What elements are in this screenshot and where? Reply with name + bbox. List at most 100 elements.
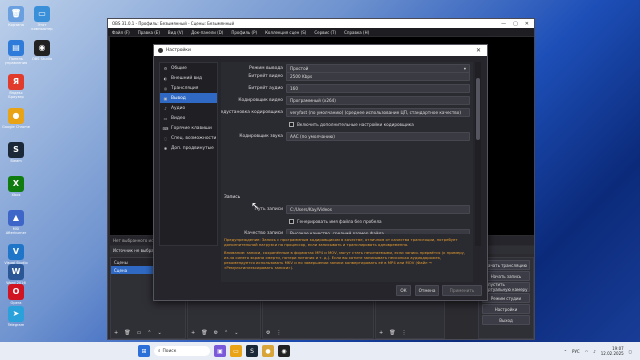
control-button[interactable]: Начать запись bbox=[482, 271, 530, 281]
chevron-up-icon[interactable]: ⌃ bbox=[564, 349, 567, 354]
checkbox-option[interactable]: Включить дополнительные настройки кодиро… bbox=[286, 120, 470, 129]
sidebar-item[interactable]: ♪ Аудио bbox=[160, 103, 217, 113]
lang-indicator[interactable]: РУС bbox=[572, 349, 580, 354]
settings-row: Кодировщик видео Программный (x264) bbox=[221, 96, 471, 106]
trash-source-icon[interactable]: 🗑 bbox=[201, 330, 207, 336]
scroll-thumb[interactable] bbox=[476, 78, 480, 140]
wifi-icon[interactable]: ◠ bbox=[585, 349, 589, 354]
clock[interactable]: 19:07 12.02.2025 bbox=[601, 346, 624, 356]
menu-item[interactable]: Правка (E) bbox=[138, 30, 160, 35]
desktop-icon[interactable]: ▲ MSI Afterburner bbox=[2, 210, 30, 235]
transition-menu-icon[interactable]: ⋮ bbox=[402, 330, 407, 336]
desktop-icon[interactable]: W Word 2016 bbox=[2, 264, 30, 285]
chrome-taskbar-icon[interactable]: ● bbox=[262, 345, 274, 357]
sidebar-item[interactable]: ⚙ Общие bbox=[160, 63, 217, 73]
record-section-title: Запись bbox=[224, 195, 241, 200]
control-button[interactable]: Режим студии bbox=[482, 293, 530, 303]
desktop-icon-label: Google Chrome bbox=[2, 125, 30, 129]
menu-item[interactable]: Вид (V) bbox=[168, 30, 183, 35]
desktop-icon[interactable]: ➤ Telegram bbox=[2, 306, 30, 327]
down-source-icon[interactable]: ⌄ bbox=[234, 330, 238, 336]
ok-button[interactable]: ОК bbox=[396, 285, 411, 296]
settings-row: Кодировщик звука AAC (по умолчанию) bbox=[221, 132, 471, 142]
mixer-menu-icon[interactable]: ⋮ bbox=[276, 330, 281, 336]
warning-text-2: Внимание: записи, сохранённые в форматах… bbox=[224, 250, 466, 270]
add-transition-icon[interactable]: + bbox=[379, 330, 383, 336]
file-explorer-icon[interactable]: ▭ bbox=[230, 345, 242, 357]
desktop-icon[interactable]: S Steam bbox=[2, 142, 30, 163]
sidebar-item[interactable]: ◐ Внешний вид bbox=[160, 73, 217, 83]
checkbox[interactable] bbox=[289, 219, 294, 224]
obs-taskbar-icon[interactable]: ◉ bbox=[278, 345, 290, 357]
cancel-button[interactable]: Отмена bbox=[415, 285, 439, 296]
field-value[interactable]: AAC (по умолчанию) bbox=[286, 132, 470, 141]
menu-item[interactable]: Сервис (T) bbox=[314, 30, 336, 35]
down-icon[interactable]: ⌄ bbox=[158, 330, 162, 336]
up-source-icon[interactable]: ⌃ bbox=[224, 330, 228, 336]
sidebar-item[interactable]: ▣ Вывод bbox=[160, 93, 217, 103]
sidebar-item[interactable]: ⌨ Горячие клавиши bbox=[160, 123, 217, 133]
desktop-icon[interactable]: O Opera bbox=[2, 284, 30, 305]
filter-icon[interactable]: ▭ bbox=[137, 330, 142, 336]
control-button[interactable]: Выход bbox=[482, 315, 530, 325]
field-value[interactable]: veryfast (по умолчанию) (среднее использ… bbox=[286, 108, 470, 117]
field-value-text: 160 bbox=[290, 86, 298, 91]
field-value[interactable]: 160 bbox=[286, 84, 470, 93]
desktop-app-icon: ▭ bbox=[34, 6, 50, 22]
checkbox-label: Включить дополнительные настройки кодиро… bbox=[297, 122, 414, 127]
desktop-icon[interactable]: ● Google Chrome bbox=[2, 108, 30, 129]
desktop-icon-label: Корзина bbox=[8, 23, 24, 27]
sidebar-item[interactable]: ▭ Видео bbox=[160, 113, 217, 123]
checkbox-option[interactable]: Генерировать имя файла без пробела bbox=[286, 217, 470, 226]
dialog-close-icon[interactable]: ✕ bbox=[476, 47, 481, 54]
steam-taskbar-icon[interactable]: S bbox=[246, 345, 258, 357]
desktop-icon[interactable]: X Xbox bbox=[2, 176, 30, 197]
add-source-icon[interactable]: + bbox=[191, 330, 195, 336]
maximize-icon[interactable]: ▢ bbox=[513, 21, 518, 27]
field-value[interactable]: C:/Users/Kay/Videos bbox=[286, 205, 470, 214]
start-icon[interactable]: ⊞ bbox=[138, 345, 150, 357]
settings-scrollbar[interactable] bbox=[475, 62, 481, 246]
menu-item[interactable]: Справка (H) bbox=[344, 30, 369, 35]
menu-item[interactable]: Профиль (P) bbox=[231, 30, 257, 35]
sidebar-item[interactable]: ✱ Доп. продвинутые bbox=[160, 143, 217, 153]
desktop-icon[interactable]: ◉ OBS Studio bbox=[28, 40, 56, 61]
warning-text-1: Предупреждение: Запись с программным код… bbox=[224, 237, 458, 247]
search-box[interactable]: ⌕ Поиск bbox=[154, 346, 210, 356]
sidebar-icon: ◎ bbox=[163, 85, 168, 91]
field-value[interactable]: 2500 Kbps bbox=[286, 72, 470, 81]
control-button[interactable]: Запустить виртуальную камеру bbox=[482, 282, 530, 292]
control-button[interactable]: Начать трансляцию bbox=[482, 260, 530, 270]
sidebar-item[interactable]: ◎ Трансляция bbox=[160, 83, 217, 93]
menu-item[interactable]: Док-панели (D) bbox=[191, 30, 223, 35]
control-button[interactable]: Настройки bbox=[482, 304, 530, 314]
desktop-icon[interactable]: 🗑 Корзина bbox=[2, 6, 30, 27]
field-value[interactable]: Программный (x264) bbox=[286, 96, 470, 105]
close-icon[interactable]: ✕ bbox=[525, 21, 529, 27]
menu-item[interactable]: Файл (F) bbox=[112, 30, 130, 35]
apply-button[interactable]: Применить bbox=[442, 285, 482, 296]
menu-item[interactable]: Коллекция сцен (S) bbox=[265, 30, 306, 35]
minimize-icon[interactable]: — bbox=[501, 21, 506, 27]
notification-icon[interactable]: ◻ bbox=[629, 349, 632, 354]
desktop-icon[interactable]: ▭ Этот компьютер bbox=[28, 6, 56, 31]
desktop-icon[interactable]: Я Яндекс Браузер bbox=[2, 74, 30, 99]
volume-icon[interactable]: ♪ bbox=[593, 349, 596, 354]
gear-icon[interactable]: ⚙ bbox=[214, 330, 218, 336]
add-icon[interactable]: + bbox=[114, 330, 118, 336]
sidebar-label: Видео bbox=[171, 115, 186, 121]
transitions-toolbar: + 🗑 ⋮ bbox=[376, 328, 407, 338]
trash-icon[interactable]: 🗑 bbox=[124, 330, 130, 336]
task-view-icon[interactable]: ▣ bbox=[214, 345, 226, 357]
sidebar-item[interactable]: ◌ Спец. возможности bbox=[160, 133, 217, 143]
mixer-settings-icon[interactable]: ⚙ bbox=[266, 330, 270, 336]
search-label: Поиск bbox=[162, 348, 177, 354]
up-icon[interactable]: ⌃ bbox=[147, 330, 151, 336]
settings-row: Генерировать имя файла без пробела bbox=[221, 217, 471, 227]
desktop-icon[interactable]: ▤ Панель управления bbox=[2, 40, 30, 65]
dialog-title-bar: Настройки ✕ bbox=[154, 45, 487, 56]
checkbox[interactable] bbox=[289, 122, 294, 127]
source-prop-label: Источник не выбран bbox=[113, 247, 157, 253]
field-value-text: C:/Users/Kay/Videos bbox=[290, 207, 332, 212]
remove-transition-icon[interactable]: 🗑 bbox=[389, 330, 395, 336]
